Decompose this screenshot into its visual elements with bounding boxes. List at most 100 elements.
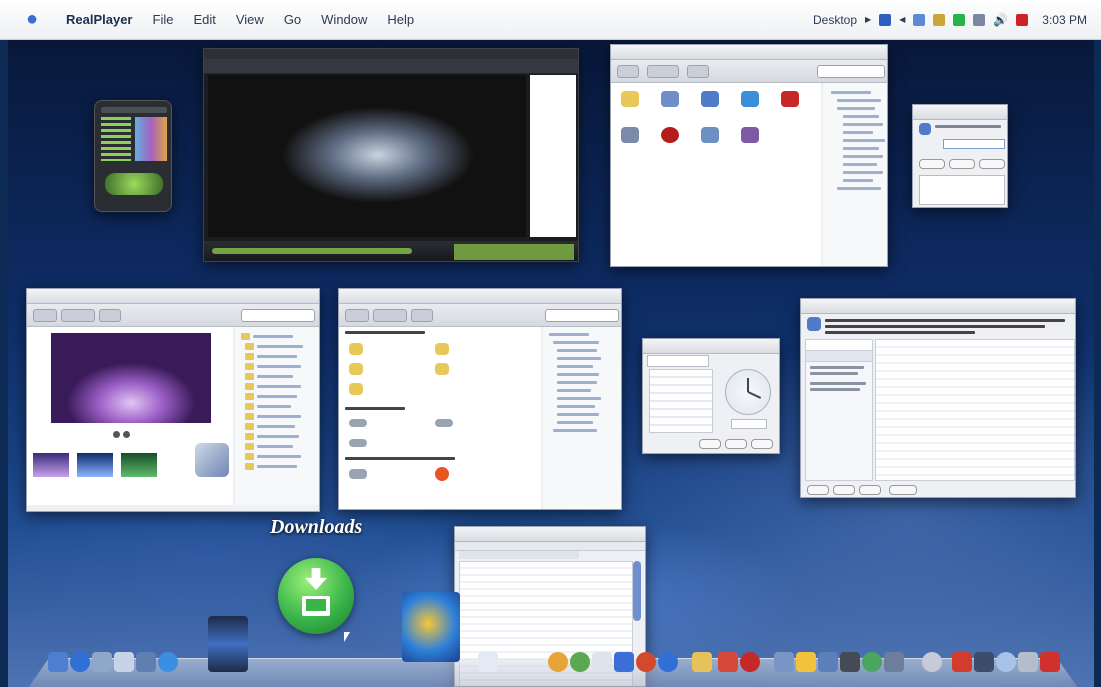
- desktop-explorer-window[interactable]: [610, 44, 888, 267]
- folder-tree[interactable]: [543, 327, 621, 509]
- chess-icon[interactable]: [136, 652, 156, 672]
- app-icon[interactable]: [614, 652, 634, 672]
- prev-icon[interactable]: [113, 431, 120, 438]
- menu-help[interactable]: Help: [387, 12, 414, 27]
- title-bar[interactable]: [27, 289, 319, 304]
- power-icon[interactable]: [1040, 652, 1060, 672]
- title-bar[interactable]: [611, 45, 887, 60]
- folder-tree[interactable]: [823, 83, 887, 266]
- folder-icon[interactable]: [435, 343, 449, 355]
- network-icon[interactable]: [933, 13, 946, 26]
- menu-file[interactable]: File: [153, 12, 174, 27]
- video-area[interactable]: [208, 75, 526, 237]
- folder-icon[interactable]: [349, 383, 363, 395]
- next-icon[interactable]: [123, 431, 131, 438]
- drive-icon[interactable]: [435, 419, 453, 427]
- app-icon[interactable]: [818, 652, 838, 672]
- menu-edit[interactable]: Edit: [193, 12, 215, 27]
- adobe-reader-icon[interactable]: [781, 91, 799, 107]
- app-icon[interactable]: [884, 652, 904, 672]
- network-places-icon[interactable]: [701, 91, 719, 107]
- app-icon[interactable]: [952, 652, 972, 672]
- my-computer-icon[interactable]: [661, 91, 679, 107]
- title-bar[interactable]: [455, 527, 645, 542]
- drive-icon[interactable]: [349, 419, 367, 427]
- chart-icon[interactable]: [973, 13, 986, 26]
- trash-icon[interactable]: [1018, 652, 1038, 672]
- calendar[interactable]: [649, 369, 713, 433]
- folder-icon[interactable]: [435, 363, 449, 375]
- mail-icon[interactable]: [114, 652, 134, 672]
- app-icon[interactable]: [592, 652, 612, 672]
- removable-drive-icon[interactable]: [349, 469, 367, 479]
- date-time-dialog[interactable]: [642, 338, 780, 454]
- folder-icon[interactable]: [478, 652, 498, 672]
- record-icon[interactable]: [740, 652, 760, 672]
- app-name-menu[interactable]: RealPlayer: [66, 12, 133, 27]
- folder-icon[interactable]: [349, 363, 363, 375]
- app-icon[interactable]: [796, 652, 816, 672]
- task-panel[interactable]: [805, 339, 873, 481]
- battery-icon[interactable]: [953, 13, 966, 26]
- search-icon[interactable]: [996, 652, 1016, 672]
- startup-manager-window[interactable]: [800, 298, 1076, 498]
- monitor-icon[interactable]: [913, 13, 926, 26]
- help-icon[interactable]: [658, 652, 678, 672]
- antivirus-icon[interactable]: [1016, 13, 1029, 26]
- scrollbar[interactable]: [633, 561, 641, 621]
- finder-icon[interactable]: [48, 652, 68, 672]
- language-icon[interactable]: [879, 13, 892, 26]
- media-player-window[interactable]: [203, 48, 579, 262]
- title-bar[interactable]: [643, 339, 779, 354]
- connect-dialog[interactable]: [912, 104, 1008, 208]
- app-icon[interactable]: [636, 652, 656, 672]
- startup-list[interactable]: [875, 339, 1075, 481]
- thumbnail[interactable]: [33, 453, 69, 477]
- app-icon[interactable]: [621, 127, 639, 143]
- my-documents-icon[interactable]: [621, 91, 639, 107]
- record-icon[interactable]: [661, 127, 679, 143]
- menu-go[interactable]: Go: [284, 12, 301, 27]
- file-tree[interactable]: [235, 327, 319, 505]
- thumbnail[interactable]: [77, 453, 113, 477]
- help-icon[interactable]: [70, 652, 90, 672]
- title-bar[interactable]: [339, 289, 621, 304]
- ftp-icon[interactable]: [701, 127, 719, 143]
- playlist-panel[interactable]: [530, 75, 576, 237]
- title-bar[interactable]: [801, 299, 1075, 314]
- menu-window[interactable]: Window: [321, 12, 367, 27]
- player-controls[interactable]: [204, 241, 578, 261]
- app-icon[interactable]: [570, 652, 590, 672]
- desktop-label[interactable]: Desktop: [813, 13, 857, 27]
- preview-image[interactable]: [51, 333, 211, 423]
- app-icon[interactable]: [692, 652, 712, 672]
- apple-icon[interactable]: ●: [26, 8, 48, 31]
- internet-explorer-icon[interactable]: [741, 91, 759, 107]
- ubuntu-icon[interactable]: [435, 467, 449, 481]
- thumbnail[interactable]: [121, 453, 157, 477]
- camera-icon[interactable]: [840, 652, 860, 672]
- photo-app-icon[interactable]: [195, 443, 229, 477]
- folder-icon[interactable]: [349, 343, 363, 355]
- toolbar: [339, 304, 621, 327]
- network-icon[interactable]: [158, 652, 178, 672]
- drive-icon[interactable]: [349, 439, 367, 447]
- windows-icon[interactable]: [402, 592, 460, 662]
- app-icon[interactable]: [974, 652, 994, 672]
- pictures-window[interactable]: [26, 288, 320, 512]
- my-computer-window[interactable]: [338, 288, 622, 510]
- ie-icon[interactable]: [548, 652, 568, 672]
- title-bar[interactable]: [913, 105, 1007, 120]
- app-icon[interactable]: [922, 652, 942, 672]
- iphoto-icon[interactable]: [92, 652, 112, 672]
- film-icon[interactable]: [208, 616, 248, 672]
- app-icon[interactable]: [862, 652, 882, 672]
- app2-icon[interactable]: [741, 127, 759, 143]
- volume-icon[interactable]: 🔊: [993, 13, 1008, 27]
- equalizer-widget[interactable]: [94, 100, 172, 212]
- clock[interactable]: 3:03 PM: [1042, 13, 1087, 27]
- menu-view[interactable]: View: [236, 12, 264, 27]
- downloads-icon[interactable]: [278, 558, 354, 634]
- app-icon[interactable]: [718, 652, 738, 672]
- app-icon[interactable]: [774, 652, 794, 672]
